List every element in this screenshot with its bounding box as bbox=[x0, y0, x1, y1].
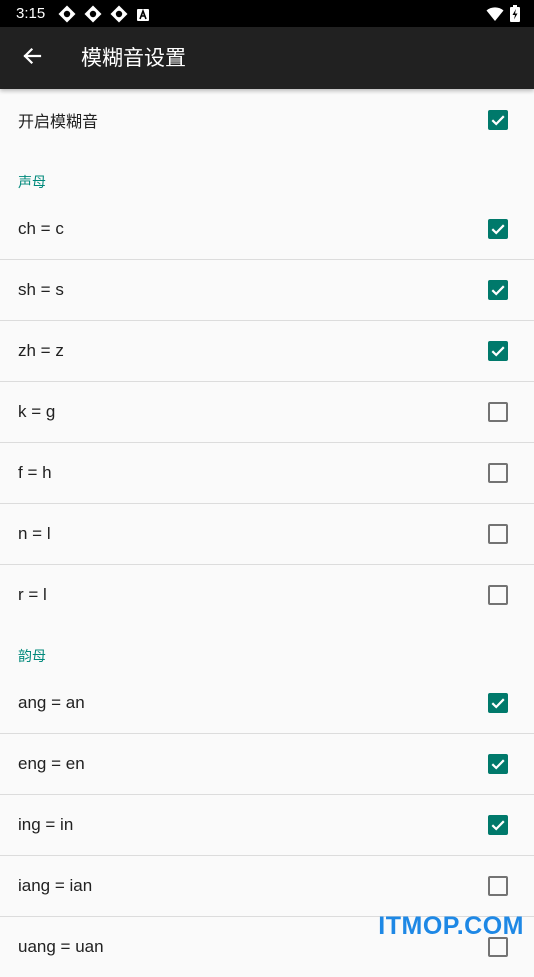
page-title: 模糊音设置 bbox=[81, 46, 186, 70]
list-item-label: iang = ian bbox=[18, 876, 93, 895]
list-item[interactable]: ang = an bbox=[0, 672, 534, 733]
battery-charging-icon bbox=[510, 5, 520, 26]
notification-icon bbox=[84, 5, 102, 27]
list-item-label: r = l bbox=[18, 585, 47, 604]
list-item-checkbox[interactable] bbox=[488, 402, 508, 422]
list-item-checkbox[interactable] bbox=[488, 218, 508, 239]
list-item-label: f = h bbox=[18, 463, 52, 482]
section-header-initials: 声母 bbox=[0, 151, 534, 198]
list-item-checkbox[interactable] bbox=[488, 280, 508, 300]
list-item-checkbox[interactable] bbox=[488, 692, 508, 713]
list-item-label: zh = z bbox=[18, 341, 64, 360]
list-item-label: n = l bbox=[18, 524, 51, 543]
list-item-label: sh = s bbox=[18, 280, 64, 299]
settings-list: 开启模糊音 声母 ch = c sh = s zh = z k = g f = … bbox=[0, 89, 534, 977]
check-icon bbox=[491, 697, 505, 709]
app-bar: 模糊音设置 bbox=[0, 27, 534, 89]
section-header-label: 声母 bbox=[18, 175, 46, 191]
check-icon bbox=[491, 115, 505, 126]
section-header-finals: 韵母 bbox=[0, 625, 534, 672]
list-item[interactable]: zh = z bbox=[0, 320, 534, 381]
status-time: 3:15 bbox=[16, 5, 46, 22]
list-item[interactable]: r = l bbox=[0, 564, 534, 625]
list-item-checkbox[interactable] bbox=[488, 585, 508, 605]
notification-icon bbox=[58, 5, 76, 27]
list-item[interactable]: f = h bbox=[0, 442, 534, 503]
wifi-icon bbox=[486, 6, 504, 26]
list-item[interactable]: k = g bbox=[0, 381, 534, 442]
list-item-label: eng = en bbox=[18, 754, 85, 773]
toggle-fuzzy-pinyin-checkbox[interactable] bbox=[488, 110, 508, 130]
section-header-label: 韵母 bbox=[18, 649, 46, 665]
toggle-fuzzy-pinyin-label: 开启模糊音 bbox=[18, 112, 99, 131]
check-icon bbox=[491, 285, 505, 296]
list-item[interactable]: sh = s bbox=[0, 259, 534, 320]
back-button[interactable] bbox=[14, 40, 50, 76]
arrow-back-icon bbox=[22, 46, 42, 70]
status-bar: 3:15 bbox=[0, 0, 534, 27]
toggle-fuzzy-pinyin-row[interactable]: 开启模糊音 bbox=[0, 89, 534, 151]
list-item-checkbox[interactable] bbox=[488, 524, 508, 544]
notification-icon bbox=[110, 5, 128, 27]
list-item-checkbox[interactable] bbox=[488, 463, 508, 483]
status-system-icons bbox=[486, 5, 520, 26]
list-item[interactable]: ing = in bbox=[0, 794, 534, 855]
list-item[interactable]: ch = c bbox=[0, 198, 534, 259]
check-icon bbox=[491, 759, 505, 770]
list-item-label: ch = c bbox=[18, 218, 64, 238]
list-item-label: uang = uan bbox=[18, 937, 104, 956]
list-item-checkbox[interactable] bbox=[488, 341, 508, 361]
keyboard-a-icon bbox=[136, 7, 150, 26]
status-notification-icons bbox=[58, 5, 150, 27]
list-item-checkbox[interactable] bbox=[488, 815, 508, 835]
watermark: ITMOP.COM bbox=[378, 912, 524, 940]
list-item-checkbox[interactable] bbox=[488, 754, 508, 774]
list-item-label: ing = in bbox=[18, 815, 74, 834]
check-icon bbox=[491, 820, 505, 831]
list-item-checkbox[interactable] bbox=[488, 876, 508, 896]
list-item-label: k = g bbox=[18, 402, 56, 421]
list-item-label: ang = an bbox=[18, 692, 85, 712]
check-icon bbox=[491, 223, 505, 235]
list-item[interactable]: iang = ian bbox=[0, 855, 534, 916]
list-item[interactable]: eng = en bbox=[0, 733, 534, 794]
list-item[interactable]: n = l bbox=[0, 503, 534, 564]
check-icon bbox=[491, 346, 505, 357]
